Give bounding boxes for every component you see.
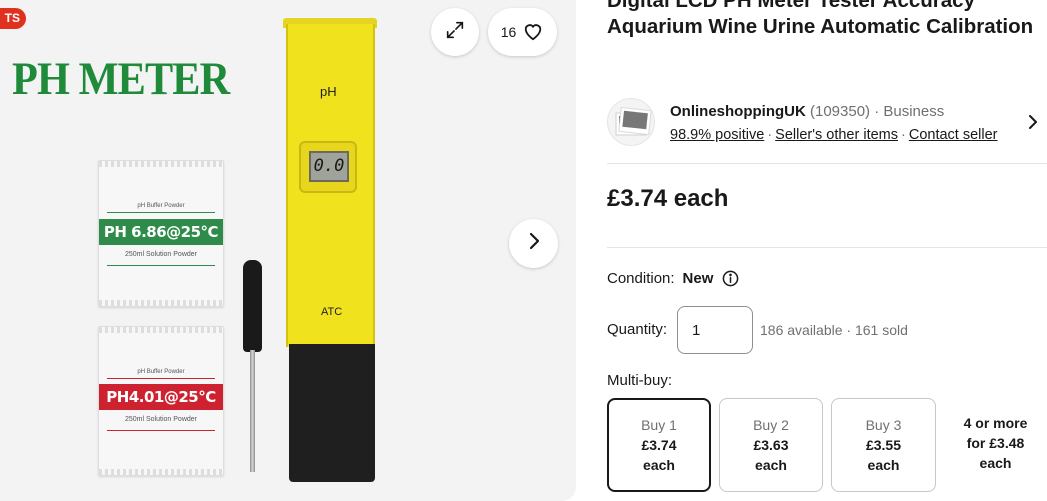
sachet-small-label: pH Buffer Powder [137,203,185,209]
seller-type: · Business [874,103,945,120]
sachet-sub-label: 250ml Solution Powder [125,251,197,258]
sachet-sub-label: 250ml Solution Powder [125,416,197,423]
watch-button[interactable]: 16 [488,8,557,56]
other-items-link[interactable]: Seller's other items [775,127,898,143]
tier-price: £3.63 [753,437,789,453]
info-icon[interactable] [722,270,739,287]
tier-qty: Buy 1 [641,417,677,433]
availability-text: 186 available · 161 sold [760,322,908,338]
multibuy-tier-2[interactable]: Buy 2 £3.63 each [719,398,823,492]
screwdriver-handle [243,260,262,352]
ph-meter-grip [289,344,375,482]
chevron-right-icon [527,231,541,256]
divider [607,163,1047,164]
meter-label-atc: ATC [321,306,343,318]
image-gallery[interactable]: TS PH METER pH Buffer Powder PH 6.86@25°… [0,0,576,501]
positive-feedback-link[interactable]: 98.9% positive [670,127,764,143]
seller-feedback-count: (109350) [810,103,871,120]
multibuy-tier-3[interactable]: Buy 3 £3.55 each [831,398,936,492]
tier-price: £3.74 [641,437,677,453]
meter-label-ph: pH [320,84,337,99]
chevron-right-icon[interactable] [1026,112,1040,132]
divider [607,247,1047,248]
sachet-small-label: pH Buffer Powder [137,369,185,375]
seller-card[interactable]: OnlineshoppingUK (109350) · Business 98.… [607,98,1047,150]
listing-title: Digital LCD PH Meter Tester Accuracy Aqu… [607,0,1034,38]
tier-unit: each [643,457,675,473]
seller-name[interactable]: OnlineshoppingUK [670,103,806,120]
condition-value: New [682,270,714,287]
multibuy-tier-4[interactable]: 4 or more for £3.48 each [944,398,1047,492]
heart-icon [522,21,544,44]
tier-price: for £3.48 [966,435,1025,451]
tier-unit: each [979,455,1012,471]
screwdriver-shaft [250,350,255,472]
tier-qty: Buy 2 [753,417,789,433]
sachet-band-label: PH4.01@25°C [99,384,223,410]
quantity-label: Quantity: [607,321,668,338]
product-banner-text: PH METER [12,53,230,105]
buffer-sachet-red: pH Buffer Powder PH4.01@25°C 250ml Solut… [98,326,224,476]
buffer-sachet-green: pH Buffer Powder PH 6.86@25°C 250ml Solu… [98,160,224,307]
multibuy-tier-1[interactable]: Buy 1 £3.74 each [607,398,711,492]
expand-button[interactable] [431,8,479,56]
quantity-input[interactable] [677,306,753,354]
promo-badge: TS [0,8,26,29]
meter-lcd-readout: 0.0 [309,151,349,182]
tier-unit: each [867,457,900,473]
seller-avatar[interactable] [607,98,655,146]
tier-qty: Buy 3 [865,417,902,433]
tier-qty: 4 or more [963,415,1028,431]
condition-row: Condition: New [607,270,739,287]
tier-unit: each [755,457,787,473]
multibuy-label: Multi-buy: [607,372,673,389]
next-image-button[interactable] [509,219,558,268]
contact-seller-link[interactable]: Contact seller [909,127,998,143]
watch-count: 16 [500,24,517,40]
tier-price: £3.55 [865,437,902,453]
seller-name-line: OnlineshoppingUK (109350) · Business [670,103,944,120]
seller-links: 98.9% positive · Seller's other items · Cont… [670,127,998,143]
condition-label: Condition: [607,270,675,287]
item-price: £3.74 each [607,185,729,212]
expand-icon [444,19,466,46]
sachet-band-label: PH 6.86@25°C [99,219,223,245]
